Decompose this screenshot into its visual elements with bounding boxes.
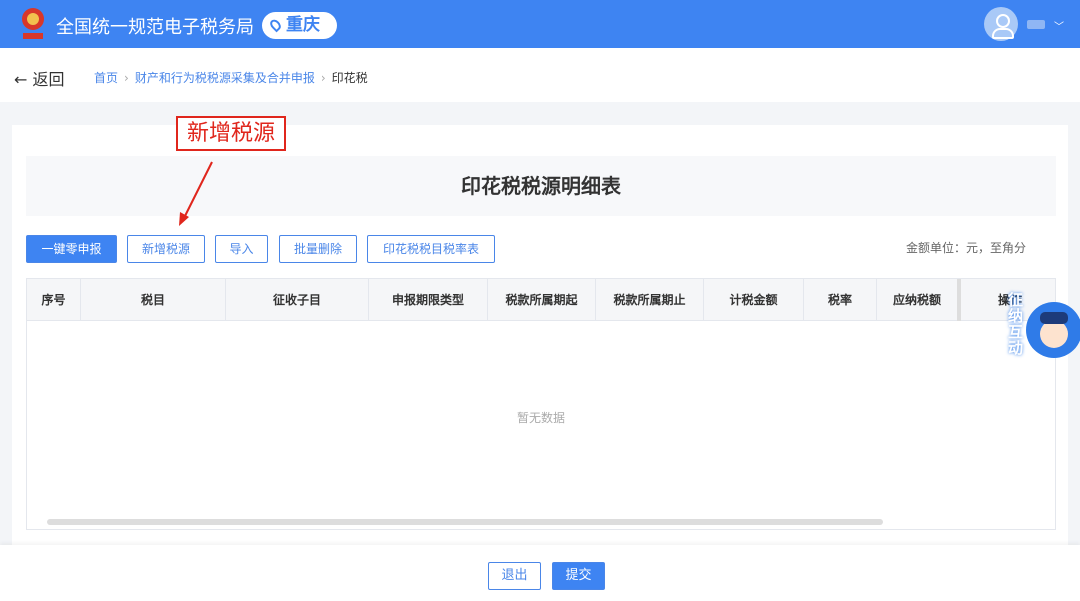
col-tax-payable: 应纳税额 [877,279,961,321]
city-name: 重庆 [286,15,320,35]
import-button[interactable]: 导入 [215,235,268,263]
tax-source-table: 序号 税目 征收子目 申报期限类型 税款所属期起 税款所属期止 计税金额 税率 … [26,278,1056,530]
horizontal-scrollbar[interactable] [47,519,883,525]
submit-button[interactable]: 提交 [552,562,605,590]
col-period-type: 申报期限类型 [369,279,488,321]
breadcrumb-current: 印花税 [331,71,368,85]
chevron-down-icon[interactable]: ﹀ [1054,18,1064,33]
zero-declaration-button[interactable]: 一键零申报 [26,235,117,263]
empty-state: 暂无数据 [516,411,565,425]
assistant-label: 征纳互动 [1008,291,1024,357]
col-sub-item: 征收子目 [226,279,369,321]
annotation-label: 新增税源 [176,116,286,151]
col-period-start: 税款所属期起 [488,279,596,321]
city-selector[interactable]: 重庆 [262,12,337,39]
location-pin-icon [268,17,283,33]
col-period-end: 税款所属期止 [596,279,704,321]
add-tax-source-button[interactable]: 新增税源 [127,235,205,263]
col-index: 序号 [27,279,81,321]
breadcrumb-home[interactable]: 首页 [94,71,118,85]
interaction-assistant-widget[interactable]: 征纳互动 [1006,290,1080,360]
site-title: 全国统一规范电子税务局 [56,17,254,38]
back-button[interactable]: ← 返回 [14,66,65,90]
amount-unit-note: 金额单位：元，至角分 [906,241,1027,255]
table-header: 序号 税目 征收子目 申报期限类型 税款所属期起 税款所属期止 计税金额 税率 … [27,279,1055,321]
col-tax-item: 税目 [81,279,226,321]
col-taxable-amount: 计税金额 [704,279,804,321]
col-tax-rate: 税率 [804,279,877,321]
batch-delete-button[interactable]: 批量删除 [279,235,357,263]
top-header: 全国统一规范电子税务局 重庆 ﹀ [0,0,1080,48]
exit-button[interactable]: 退出 [488,562,541,590]
tax-rate-table-button[interactable]: 印花税税目税率表 [367,235,495,263]
annotation-arrow-icon [179,161,213,226]
tax-emblem-icon [22,8,44,39]
user-avatar[interactable] [984,7,1018,41]
user-name-masked[interactable] [1027,20,1045,29]
back-label: 返回 [32,70,65,89]
breadcrumb: 首页 › 财产和行为税税源采集及合并申报 › 印花税 [94,71,368,85]
breadcrumb-declaration[interactable]: 财产和行为税税源采集及合并申报 [135,71,315,85]
